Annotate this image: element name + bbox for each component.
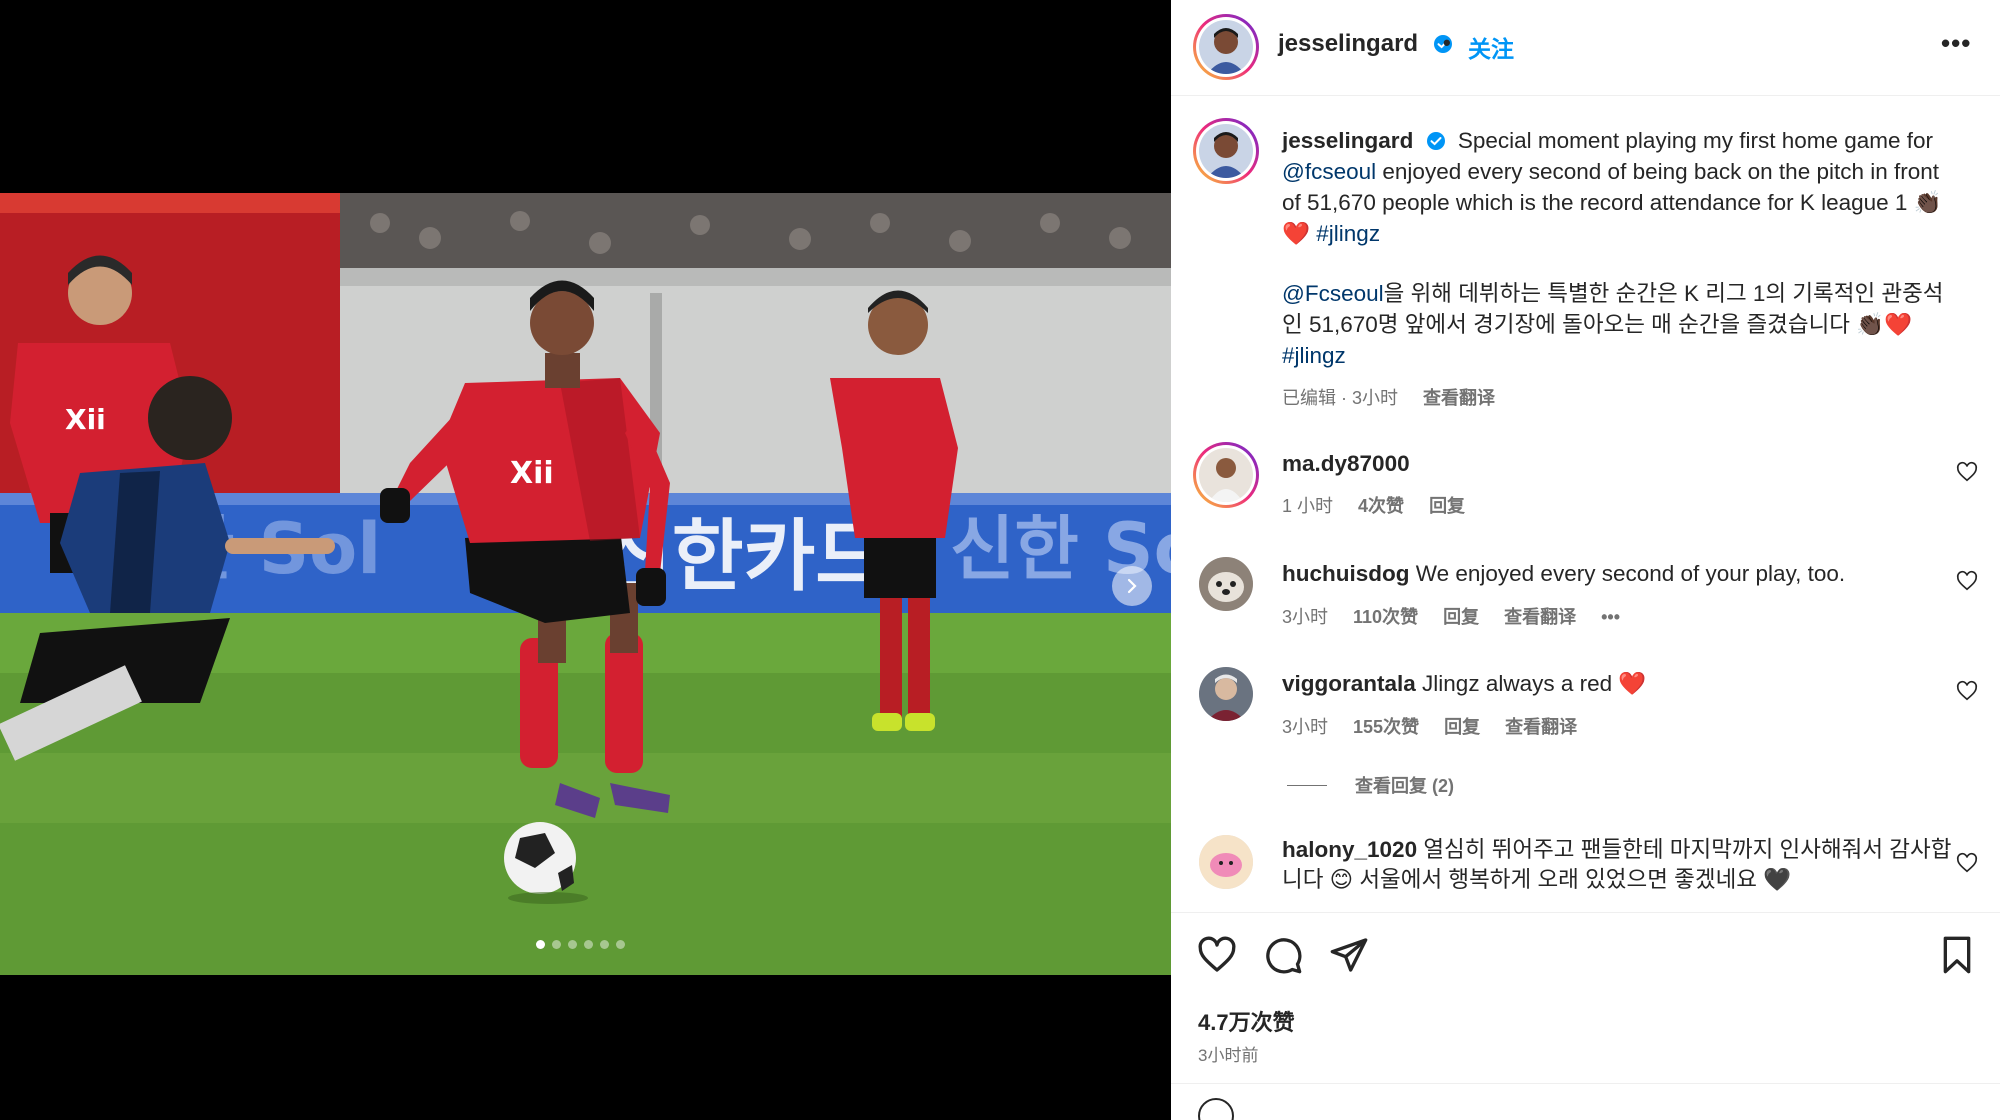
emoji-picker-icon[interactable]	[1198, 1098, 1234, 1120]
caption-avatar[interactable]	[1193, 118, 1259, 184]
reply-button[interactable]: 回复	[1429, 496, 1465, 516]
sponsor-logo: Xii	[65, 403, 106, 436]
share-send-icon[interactable]	[1329, 935, 1369, 975]
hashtag-link[interactable]: #jlingz	[1316, 221, 1380, 246]
comments-scroll-area[interactable]: jesselingard Special moment playing my f…	[1171, 97, 2000, 912]
comment-bubble-icon[interactable]	[1263, 935, 1303, 975]
like-comment-heart-icon[interactable]	[1956, 461, 1978, 483]
comment-text: We enjoyed every second of your play, to…	[1415, 561, 1846, 586]
profile-photo	[1199, 20, 1253, 74]
caption-username[interactable]: jesselingard	[1282, 128, 1413, 153]
profile-photo	[1199, 557, 1253, 611]
follow-button[interactable]: 关注	[1468, 30, 1514, 64]
comment-username[interactable]: viggorantala	[1282, 671, 1416, 696]
commenter-avatar[interactable]	[1199, 557, 1253, 611]
author-username[interactable]: jesselingard	[1278, 30, 1453, 58]
post-caption-korean: @Fcseoul을 위해 데뷔하는 특별한 순간은 K 리그 1의 기록적인 관…	[1282, 278, 1962, 371]
next-photo-button[interactable]	[1112, 566, 1152, 606]
post-timestamp: 3小时前	[1198, 1046, 1259, 1065]
profile-photo	[1199, 835, 1253, 889]
hashtag-link[interactable]: #jlingz	[1282, 343, 1346, 368]
mention-link[interactable]: @Fcseoul	[1282, 281, 1384, 306]
svg-text:Xii: Xii	[510, 456, 554, 491]
view-replies-button[interactable]: 查看回复 (2)	[1287, 772, 1454, 798]
add-comment-bar[interactable]	[1171, 1083, 2000, 1120]
post-photo[interactable]: 신한카드 신한 Sol 한 Sol	[0, 193, 1171, 975]
profile-photo	[1199, 667, 1253, 721]
comment-likes[interactable]: 110次赞	[1353, 607, 1418, 627]
comment: ma.dy87000	[1282, 449, 1962, 479]
carousel-dot	[584, 940, 593, 949]
caption-text: enjoyed every second of being back on th…	[1282, 159, 1940, 215]
carousel-dot	[616, 940, 625, 949]
reply-button[interactable]: 回复	[1443, 607, 1479, 627]
profile-photo	[1199, 124, 1253, 178]
carousel-dot	[568, 940, 577, 949]
comment: viggorantala Jlingz always a red ❤️	[1282, 669, 1962, 699]
comment-username[interactable]: ma.dy87000	[1282, 451, 1410, 476]
carousel-indicator	[536, 940, 625, 949]
author-avatar[interactable]	[1193, 14, 1259, 80]
see-translation-button[interactable]: 查看翻译	[1423, 388, 1495, 408]
comment-username[interactable]: huchuisdog	[1282, 561, 1410, 586]
media-pane: 신한카드 신한 Sol 한 Sol	[0, 0, 1171, 1120]
like-comment-heart-icon[interactable]	[1956, 570, 1978, 592]
more-options-button[interactable]: •••	[1941, 28, 1971, 59]
comment: halony_1020 열심히 뛰어주고 팬들한테 마지막까지 인사해줘서 감사…	[1282, 835, 1962, 895]
commenter-avatar[interactable]	[1193, 442, 1259, 508]
like-comment-heart-icon[interactable]	[1956, 852, 1978, 874]
profile-photo	[1199, 448, 1253, 502]
post-actions: 4.7万次赞 3小时前	[1171, 912, 2000, 1120]
post-caption: jesselingard Special moment playing my f…	[1282, 125, 1962, 249]
comment-likes[interactable]: 4次赞	[1358, 496, 1404, 516]
comment-username[interactable]: halony_1020	[1282, 837, 1417, 862]
like-heart-icon[interactable]	[1197, 935, 1237, 975]
comment-meta: 1 小时 4次赞 回复	[1282, 492, 1485, 518]
edited-timestamp: 已编辑 · 3小时	[1282, 388, 1399, 408]
post-sidebar: jesselingard • 关注 ••• jesselingard Speci…	[1171, 0, 2000, 1120]
caption-text: Special moment playing my first home gam…	[1457, 128, 1934, 153]
verified-badge-icon	[1426, 132, 1445, 150]
post-header: jesselingard • 关注 •••	[1171, 0, 2000, 96]
reply-button[interactable]: 回复	[1444, 717, 1480, 737]
comment-time: 1 小时	[1282, 496, 1334, 516]
comment-more-button[interactable]: •••	[1601, 607, 1620, 627]
mention-link[interactable]: @fcseoul	[1282, 159, 1376, 184]
comment-likes[interactable]: 155次赞	[1353, 717, 1419, 737]
comment-time: 3小时	[1282, 717, 1329, 737]
save-bookmark-icon[interactable]	[1937, 935, 1977, 975]
comment-meta: 3小时 155次赞 回复 查看翻译	[1282, 713, 1597, 739]
carousel-dot	[552, 940, 561, 949]
carousel-dot	[536, 940, 545, 949]
comment-text: Jlingz always a red ❤️	[1422, 671, 1647, 696]
commenter-avatar[interactable]	[1199, 667, 1253, 721]
comment-meta: 3小时 110次赞 回复 查看翻译 •••	[1282, 603, 1640, 629]
comment-time: 3小时	[1282, 607, 1329, 627]
instagram-post-view: 신한카드 신한 Sol 한 Sol	[0, 0, 2000, 1120]
commenter-avatar[interactable]	[1199, 835, 1253, 889]
view-replies-label: 查看回复 (2)	[1355, 776, 1454, 796]
comment: huchuisdog We enjoyed every second of yo…	[1282, 559, 1962, 589]
caption-emoji: 👏🏿❤️	[1856, 312, 1913, 337]
carousel-dot	[600, 940, 609, 949]
see-translation-button[interactable]: 查看翻译	[1504, 607, 1576, 627]
football-match-image: 신한카드 신한 Sol 한 Sol	[0, 193, 1171, 975]
chevron-right-icon	[1127, 578, 1137, 594]
see-translation-button[interactable]: 查看翻译	[1505, 717, 1577, 737]
likes-count[interactable]: 4.7万次赞	[1198, 1005, 1295, 1037]
caption-meta: 已编辑 · 3小时 查看翻译	[1282, 384, 1515, 410]
replies-divider	[1287, 784, 1327, 786]
like-comment-heart-icon[interactable]	[1956, 680, 1978, 702]
header-separator: •	[1443, 30, 1451, 55]
